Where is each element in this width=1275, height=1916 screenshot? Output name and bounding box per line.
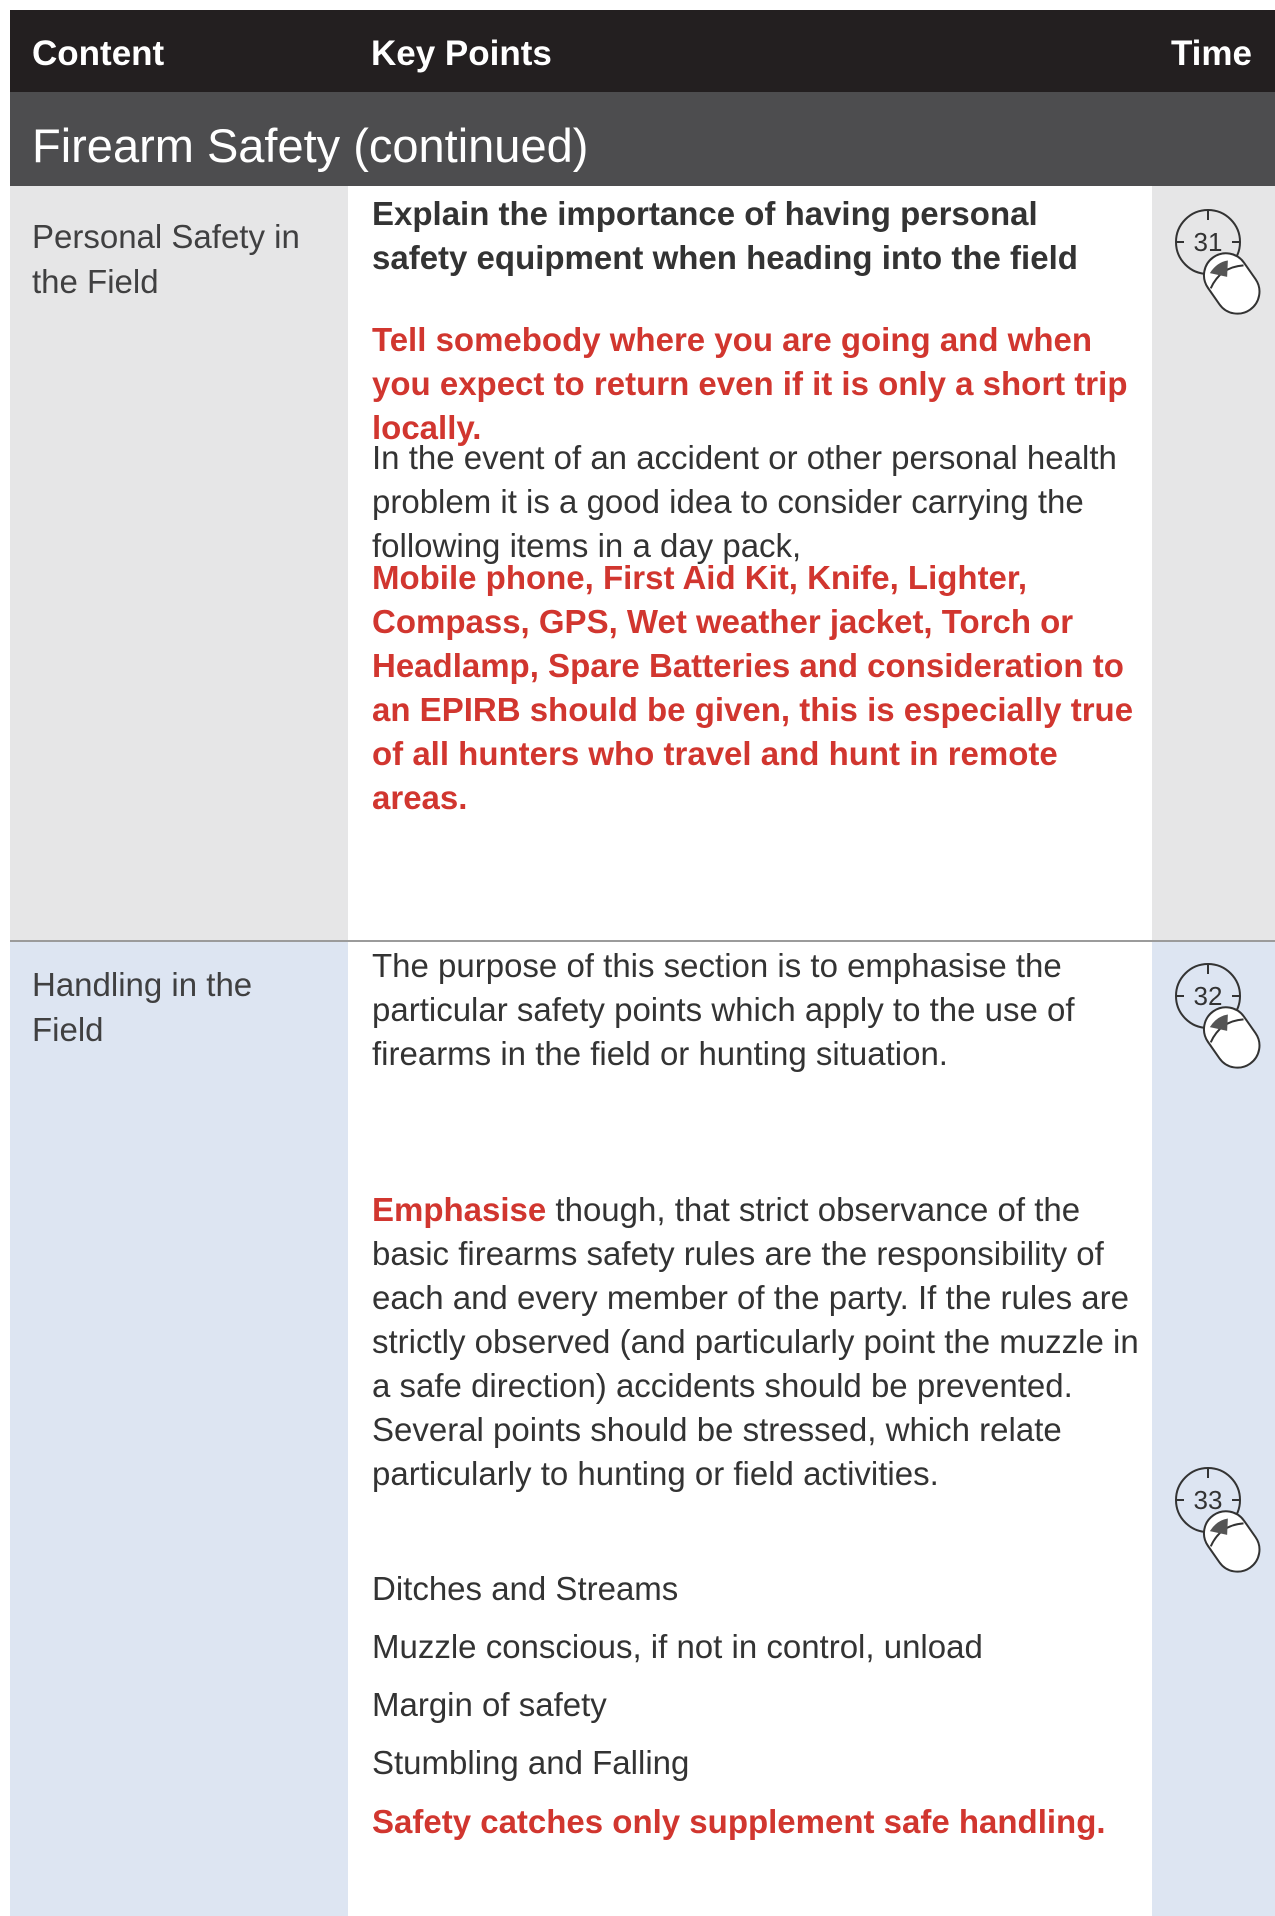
content-cell: Handling in the Field	[10, 942, 348, 1916]
key-point-paragraph: The purpose of this section is to emphas…	[372, 947, 1075, 1072]
table-row: Handling in the Field The purpose of thi…	[10, 942, 1275, 1916]
clock-mouse-icon: 33	[1170, 1464, 1270, 1574]
time-marker-number: 33	[1193, 1485, 1223, 1515]
time-cell: 31	[1152, 186, 1275, 941]
section-title: Firearm Safety (continued)	[32, 119, 589, 172]
key-point-paragraph: Mobile phone, First Aid Kit, Knife, Ligh…	[372, 559, 1134, 816]
emphasis-word: Emphasise	[372, 1191, 547, 1228]
table-header: Content Key Points Time	[10, 10, 1275, 92]
content-label: Personal Safety in the Field	[32, 218, 300, 300]
key-point-paragraph: Emphasise though, that strict observance…	[372, 1188, 1142, 1496]
header-time: Time	[1170, 34, 1252, 73]
content-cell: Personal Safety in the Field	[10, 186, 348, 941]
emphasis-continuation: though, that strict observance of the ba…	[372, 1191, 1139, 1492]
header-key-points: Key Points	[371, 34, 552, 73]
clock-mouse-icon: 31	[1170, 206, 1270, 316]
time-marker-number: 32	[1193, 981, 1223, 1011]
key-point-paragraph: Ditches and Streams	[372, 1570, 679, 1607]
content-label: Handling in the Field	[32, 966, 253, 1048]
key-point-paragraph: Tell somebody where you are going and wh…	[372, 321, 1128, 446]
key-points-cell: Explain the importance of having persona…	[348, 186, 1152, 941]
table-row: Personal Safety in the Field Explain the…	[10, 186, 1275, 941]
key-point-paragraph: Explain the importance of having persona…	[372, 195, 1078, 276]
page: Content Key Points Time Firearm Safety (…	[0, 0, 1275, 1916]
header-content: Content	[32, 34, 165, 73]
time-cell: 32 33	[1152, 942, 1275, 1916]
key-point-paragraph: Stumbling and Falling	[372, 1744, 690, 1781]
key-point-paragraph: In the event of an accident or other per…	[372, 439, 1117, 564]
section-header: Firearm Safety (continued)	[10, 92, 1275, 186]
key-point-paragraph: Muzzle conscious, if not in control, unl…	[372, 1628, 983, 1665]
key-point-paragraph: Margin of safety	[372, 1686, 607, 1723]
key-points-cell: The purpose of this section is to emphas…	[348, 942, 1152, 1916]
key-point-paragraph: Safety catches only supplement safe hand…	[372, 1803, 1106, 1840]
time-marker-number: 31	[1193, 227, 1223, 257]
clock-mouse-icon: 32	[1170, 960, 1270, 1070]
